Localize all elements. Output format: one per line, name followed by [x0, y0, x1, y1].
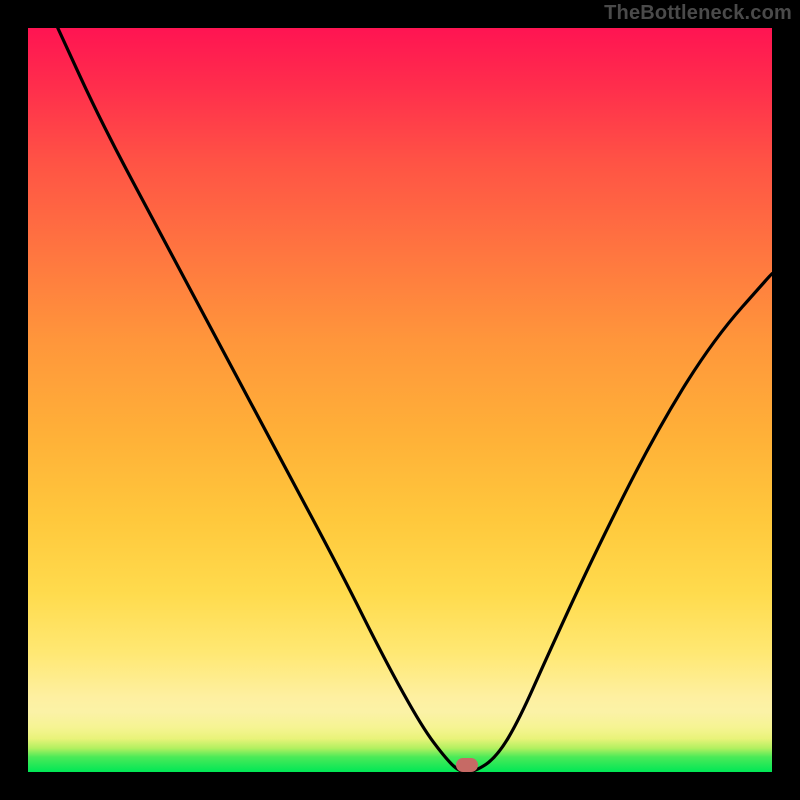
bottleneck-marker: [456, 758, 478, 772]
chart-frame: TheBottleneck.com: [0, 0, 800, 800]
curve-svg: [28, 28, 772, 772]
watermark-text: TheBottleneck.com: [604, 2, 792, 25]
plot-area: [28, 28, 772, 772]
bottleneck-curve-path: [58, 28, 772, 772]
